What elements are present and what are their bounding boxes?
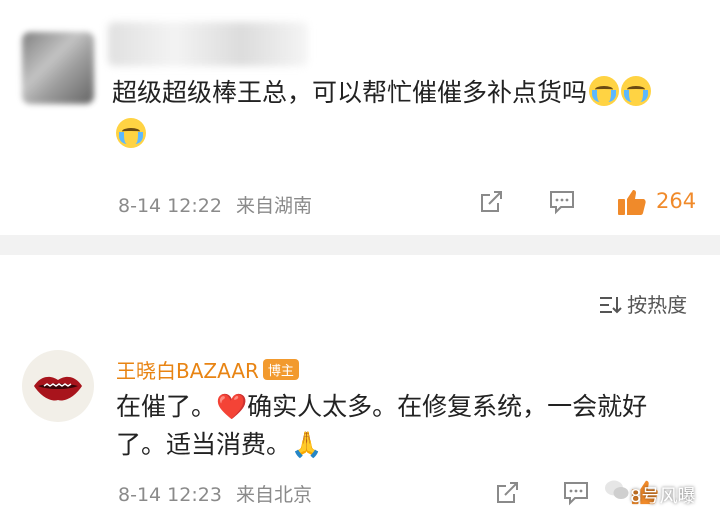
wechat-icon: [604, 478, 630, 502]
comment-time: 8-14 12:22: [118, 195, 222, 217]
avatar[interactable]: [22, 350, 94, 422]
watermark-text: 8号风曝: [630, 486, 696, 507]
blogger-badge: 博主: [262, 359, 299, 380]
crying-emoji-icon: [116, 118, 146, 148]
avatar-blurred[interactable]: [22, 32, 94, 104]
comment-source: 来自湖南: [235, 195, 312, 217]
comment-icon[interactable]: [562, 480, 590, 506]
share-icon[interactable]: [494, 480, 520, 506]
sort-control[interactable]: 按热度: [598, 289, 687, 318]
section-divider: [0, 235, 720, 255]
like-count: 264: [656, 189, 697, 213]
username-blurred[interactable]: [108, 22, 308, 66]
crying-emoji-icon: [589, 76, 620, 106]
comment-source: 来自北京: [235, 484, 312, 506]
crying-emoji-icon: [621, 76, 652, 106]
emoji-line: [114, 118, 146, 148]
comment-line-1: 在催了。❤️确实人太多。在修复系统，一会就好: [116, 392, 648, 421]
comment-meta: 8-14 12:22 来自湖南: [118, 191, 312, 218]
author-line: 王晓白BAZAAR 博主: [116, 355, 299, 384]
comment-meta: 8-14 12:23 来自北京: [118, 480, 312, 507]
comment-body: 超级超级棒王总，可以帮忙催催多补点货吗: [112, 78, 588, 107]
comment-text: 在催了。❤️确实人太多。在修复系统，一会就好 了。适当消费。🙏: [116, 388, 706, 464]
sort-icon: [598, 294, 622, 316]
comment-icon[interactable]: [548, 189, 576, 215]
author-name[interactable]: 王晓白BAZAAR: [116, 359, 259, 383]
comment-time: 8-14 12:23: [118, 484, 222, 506]
comment-text: 超级超级棒王总，可以帮忙催催多补点货吗: [112, 74, 712, 112]
share-icon[interactable]: [478, 189, 504, 215]
sort-label: 按热度: [627, 293, 688, 317]
like-icon[interactable]: [616, 187, 648, 217]
comment-line-2: 了。适当消费。🙏: [116, 430, 323, 459]
